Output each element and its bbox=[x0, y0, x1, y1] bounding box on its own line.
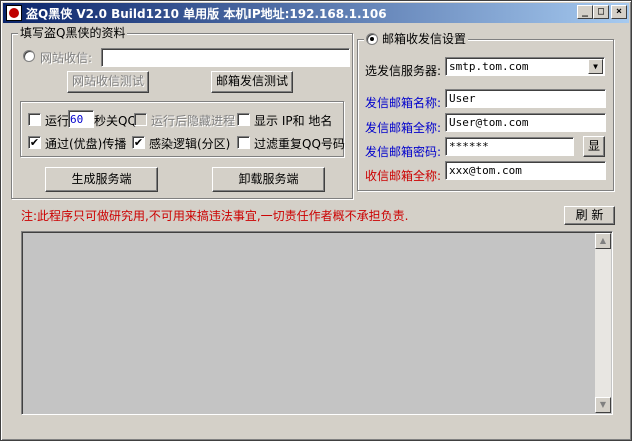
sender-full-label: 发信邮箱全称: bbox=[365, 121, 442, 135]
scroll-up-icon[interactable]: ▲ bbox=[595, 233, 611, 249]
filter-dup-label: 过滤重复QQ号码 bbox=[254, 137, 345, 151]
show-ip-label: 显示 IP和 地名 bbox=[254, 114, 333, 128]
close-qq-label: 秒关QQ bbox=[94, 114, 137, 128]
hide-process-label: 运行后隐藏进程 bbox=[151, 114, 236, 128]
window-title: 盗Q黑侠 V2.0 Build1210 单用版 本机IP地址:192.168.1… bbox=[26, 6, 387, 21]
website-receive-label: 网站收信: bbox=[40, 51, 93, 65]
show-password-button[interactable]: 显 bbox=[583, 136, 605, 157]
uninstall-server-button[interactable]: 卸载服务端 bbox=[212, 167, 325, 192]
run-seconds-input[interactable]: 60 bbox=[68, 110, 94, 128]
sender-pass-label: 发信邮箱密码: bbox=[365, 145, 442, 159]
chevron-down-icon[interactable]: ▼ bbox=[588, 59, 603, 74]
sender-full-input[interactable]: User@tom.com bbox=[445, 113, 606, 132]
run-label: 运行 bbox=[45, 114, 70, 128]
mail-groupbox-legend: 邮箱收发信设置 bbox=[364, 32, 469, 46]
mail-groupbox-title: 邮箱收发信设置 bbox=[382, 32, 467, 46]
log-scrollbar[interactable]: ▲ ▼ bbox=[595, 233, 611, 413]
usb-spread-label: 通过(优盘)传播 bbox=[45, 137, 127, 151]
sender-name-label: 发信邮箱名称: bbox=[365, 96, 442, 110]
usb-spread-checkbox[interactable]: ✔ bbox=[28, 136, 41, 149]
options-groupbox: 运行 60 秒关QQ 运行后隐藏进程 显示 IP和 地名 ✔ 通过(优盘)传播 … bbox=[20, 101, 345, 157]
log-listbox[interactable]: ▲ ▼ bbox=[21, 231, 613, 415]
sender-name-input[interactable]: User bbox=[445, 89, 606, 108]
mail-groupbox: 邮箱收发信设置 选发信服务器: smtp.tom.com ▼ 发信邮箱名称: U… bbox=[357, 32, 614, 191]
maximize-button[interactable]: □ bbox=[593, 5, 609, 19]
info-groupbox-legend: 填写盗Q黑侠的资料 bbox=[18, 26, 128, 40]
minimize-button[interactable]: _ bbox=[577, 5, 593, 19]
app-icon bbox=[6, 5, 22, 21]
website-test-button[interactable]: 网站收信测试 bbox=[67, 71, 149, 93]
sender-pass-input[interactable]: ****** bbox=[445, 137, 574, 156]
info-groupbox: 填写盗Q黑侠的资料 网站收信: 网站收信测试 邮箱发信测试 运行 60 秒关QQ… bbox=[11, 26, 353, 199]
hide-process-checkbox[interactable] bbox=[134, 113, 147, 126]
receiver-input[interactable]: xxx@tom.com bbox=[445, 161, 606, 180]
show-ip-checkbox[interactable] bbox=[237, 113, 250, 126]
infect-logic-label: 感染逻辑(分区) bbox=[149, 137, 231, 151]
infect-logic-checkbox[interactable]: ✔ bbox=[132, 136, 145, 149]
website-receive-input[interactable] bbox=[101, 48, 350, 67]
smtp-select[interactable]: smtp.tom.com ▼ bbox=[445, 57, 605, 76]
notice-text: 注:此程序只可做研究用,不可用来搞违法事宜,一切责任作者概不承担负责. bbox=[21, 209, 409, 223]
title-bar[interactable]: 盗Q黑侠 V2.0 Build1210 单用版 本机IP地址:192.168.1… bbox=[3, 3, 629, 23]
main-window: 盗Q黑侠 V2.0 Build1210 单用版 本机IP地址:192.168.1… bbox=[0, 0, 632, 441]
filter-dup-checkbox[interactable] bbox=[237, 136, 250, 149]
generate-server-button[interactable]: 生成服务端 bbox=[45, 167, 158, 192]
receiver-label: 收信邮箱全称: bbox=[365, 169, 442, 183]
mail-test-button[interactable]: 邮箱发信测试 bbox=[211, 71, 293, 93]
website-receive-radio[interactable] bbox=[23, 50, 35, 62]
smtp-select-value: smtp.tom.com bbox=[449, 60, 529, 73]
smtp-label: 选发信服务器: bbox=[365, 64, 442, 78]
run-close-qq-checkbox[interactable] bbox=[28, 113, 41, 126]
scroll-down-icon[interactable]: ▼ bbox=[595, 397, 611, 413]
mail-settings-radio[interactable] bbox=[366, 33, 378, 45]
title-buttons: _ □ × bbox=[577, 5, 627, 19]
refresh-button[interactable]: 刷 新 bbox=[564, 206, 615, 225]
close-button[interactable]: × bbox=[611, 5, 627, 19]
